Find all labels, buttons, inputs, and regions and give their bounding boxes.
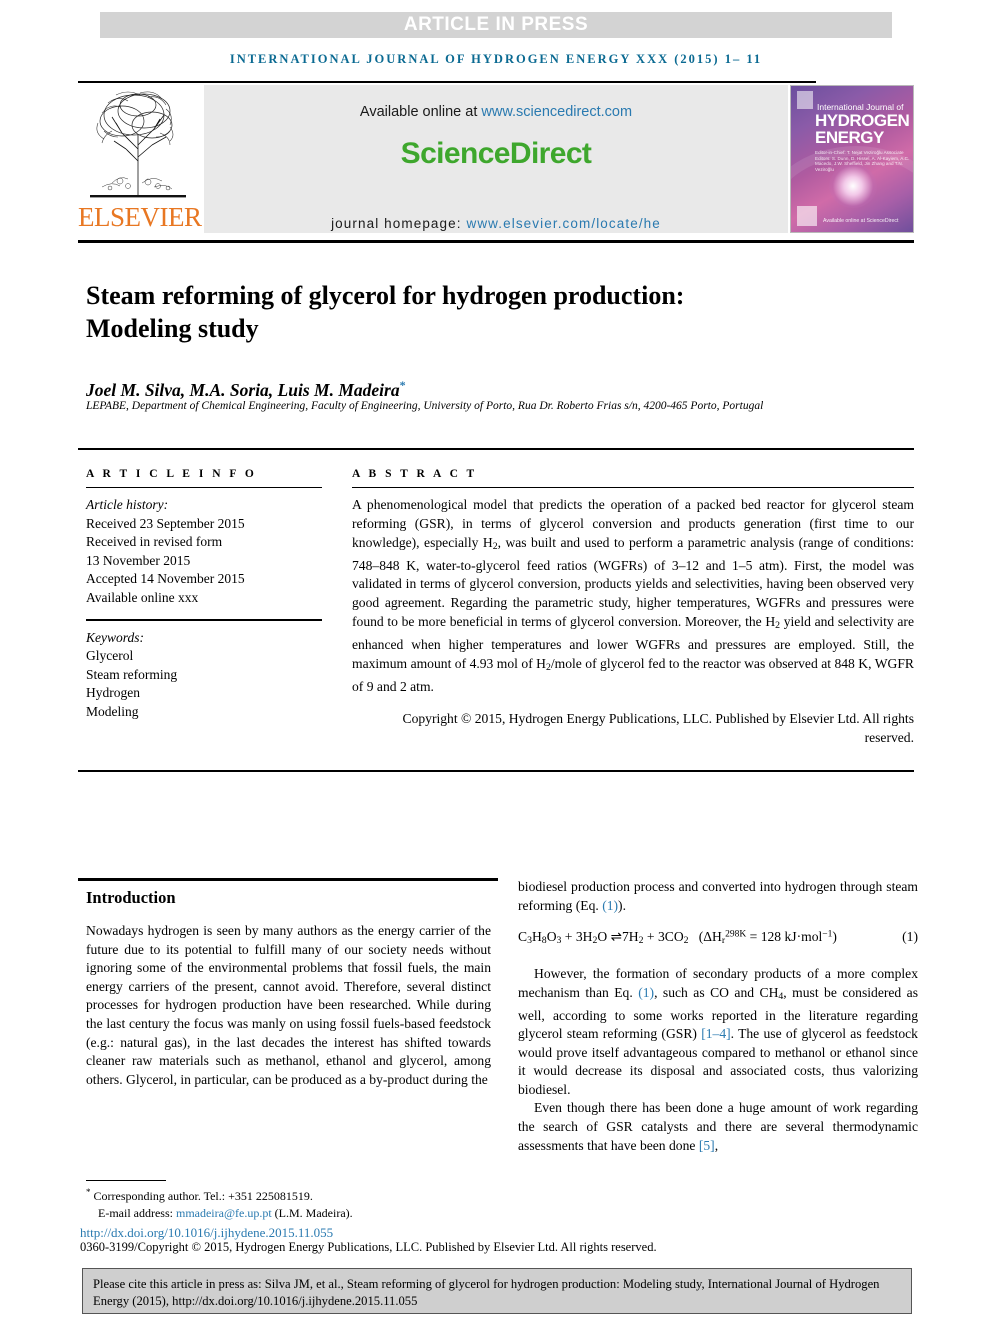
masthead-bottom-rule [78,240,914,243]
right-p1-text-a: biodiesel production process and convert… [518,879,918,913]
keyword-item: Modeling [86,703,139,719]
corresponding-author-marker: * [399,378,406,392]
cover-editors-text: Editor-in-Chief: T. Nejat Veziroğlu Asso… [815,150,910,172]
journal-homepage-line: journal homepage: www.elsevier.com/locat… [204,216,788,231]
footnote-block: * Corresponding author. Tel.: +351 22508… [86,1184,516,1221]
journal-running-head: INTERNATIONAL JOURNAL OF HYDROGEN ENERGY… [229,52,763,66]
keywords-divider [86,619,322,621]
footnote-rule [86,1180,166,1181]
equation-reference-link[interactable]: (1) [638,985,654,1000]
keyword-item: Steam reforming [86,666,178,682]
elsevier-tree-icon [90,91,186,198]
article-history-item: Available online xxx [86,589,199,605]
eq-sup: −1 [822,929,833,940]
abstract-divider [352,487,914,488]
sciencedirect-banner: Available online at www.sciencedirect.co… [204,85,788,233]
abstract-column: A B S T R A C T A phenomenological model… [352,468,914,761]
abstract-text: A phenomenological model that predicts t… [352,496,914,696]
elsevier-wordmark: ELSEVIER [78,202,202,232]
email-suffix: (L.M. Madeira). [271,1205,353,1220]
introduction-top-rule [78,878,498,881]
sciencedirect-url-link[interactable]: www.sciencedirect.com [481,104,632,120]
equation-1-body: C3H8O3 + 3H2O ⇌7H2 + 3CO2 (ΔHr298K = 128… [518,929,837,947]
right-p3-text-b: , [714,1137,719,1153]
eq-sub: 2 [592,935,598,947]
article-history-item: 13 November 2015 [86,552,191,568]
body-column-left: Introduction Nowadays hydrogen is seen b… [86,888,491,1089]
email-link[interactable]: mmadeira@fe.up.pt [176,1206,272,1220]
article-in-press-banner: ARTICLE IN PRESS [100,12,892,38]
article-history-item: Received in revised form [86,534,223,549]
abstract-section-top-rule [78,448,914,450]
section-heading-introduction: Introduction [86,888,176,907]
article-history-item: Accepted 14 November 2015 [86,571,245,586]
elsevier-logo: ELSEVIER [78,85,202,233]
doi-link[interactable]: http://dx.doi.org/10.1016/j.ijhydene.201… [80,1225,333,1241]
article-history-label: Article history: [86,497,169,512]
citation-notice-box: Please cite this article in press as: Si… [82,1268,912,1314]
eq-sub: 3 [527,935,532,947]
affiliation: LEPABE, Department of Chemical Engineeri… [86,400,764,412]
equation-reference-link[interactable]: (1) [602,898,618,913]
keywords-label: Keywords: [86,629,144,645]
article-info-label: A R T I C L E I N F O [86,468,257,480]
right-p2-text-b: , such as CO and CH [654,984,779,1000]
corresponding-author-note: * Corresponding author. Tel.: +351 22508… [86,1184,516,1205]
citation-reference-link[interactable]: [1–4] [701,1026,730,1041]
right-paragraph-3: Even though there has been done a huge a… [518,1099,918,1155]
article-info-column: A R T I C L E I N F O Article history: R… [86,468,322,721]
available-online-line: Available online at www.sciencedirect.co… [204,104,788,120]
eq-sup: 298K [725,929,747,940]
journal-homepage-prefix: journal homepage: [331,216,467,231]
abstract-copyright: Copyright © 2015, Hydrogen Energy Public… [402,710,915,745]
keyword-item: Glycerol [86,648,134,664]
article-info-divider [86,487,322,488]
eq-value: = 128 kJ·mol [746,929,823,945]
email-label: E-mail address: [98,1205,176,1220]
equation-1: C3H8O3 + 3H2O ⇌7H2 + 3CO2 (ΔHr298K = 128… [518,929,918,951]
body-column-right: biodiesel production process and convert… [518,878,918,1155]
eq-sub: 2 [638,935,644,947]
keywords-block: Keywords: Glycerol Steam reforming Hydro… [86,619,322,721]
sciencedirect-wordmark: ScienceDirect [400,137,592,170]
eq-sub: 3 [556,935,562,947]
cover-title-line-1: HYDROGEN [815,111,910,130]
abstract-label: A B S T R A C T [352,468,478,480]
eq-sub: 2 [683,935,689,947]
masthead: ELSEVIER Available online at www.science… [78,85,914,233]
journal-cover-image: International Journal of HYDROGEN ENERGY… [790,85,914,233]
email-note: E-mail address: mmadeira@fe.up.pt (L.M. … [86,1205,516,1222]
eq-sub: 8 [541,935,547,947]
available-online-prefix: Available online at [359,104,482,120]
introduction-paragraph: Nowadays hydrogen is seen by many author… [86,923,491,1087]
right-p1-text-b: ). [618,897,626,913]
cover-elsevier-mark-icon [797,91,813,109]
citation-reference-link[interactable]: [5] [699,1138,715,1153]
right-paragraph-2: However, the formation of secondary prod… [518,965,918,1099]
article-in-press-label: ARTICLE IN PRESS [403,14,589,35]
corresponding-author-text: Corresponding author. Tel.: +351 2250815… [90,1189,313,1203]
article-history-item: Received 23 September 2015 [86,515,245,531]
equilibrium-arrow-icon: ⇌ [610,929,622,945]
equation-1-number: (1) [902,929,918,945]
cover-title-line-2: ENERGY [815,128,884,147]
right-paragraph-1: biodiesel production process and convert… [518,878,918,915]
abstract-section-bottom-rule [78,770,914,772]
issn-copyright-line: 0360-3199/Copyright © 2015, Hydrogen Ene… [80,1240,657,1254]
page-title: Steam reforming of glycerol for hydrogen… [86,281,685,344]
author-names: Joel M. Silva, M.A. Soria, Luis M. Madei… [86,379,400,400]
cover-ihe-logo-icon [797,206,817,226]
journal-homepage-link[interactable]: www.elsevier.com/locate/he [466,216,660,231]
cover-footer-text: Available online at ScienceDirect [823,217,899,224]
keyword-item: Hydrogen [86,685,140,701]
masthead-top-rule [78,81,816,83]
